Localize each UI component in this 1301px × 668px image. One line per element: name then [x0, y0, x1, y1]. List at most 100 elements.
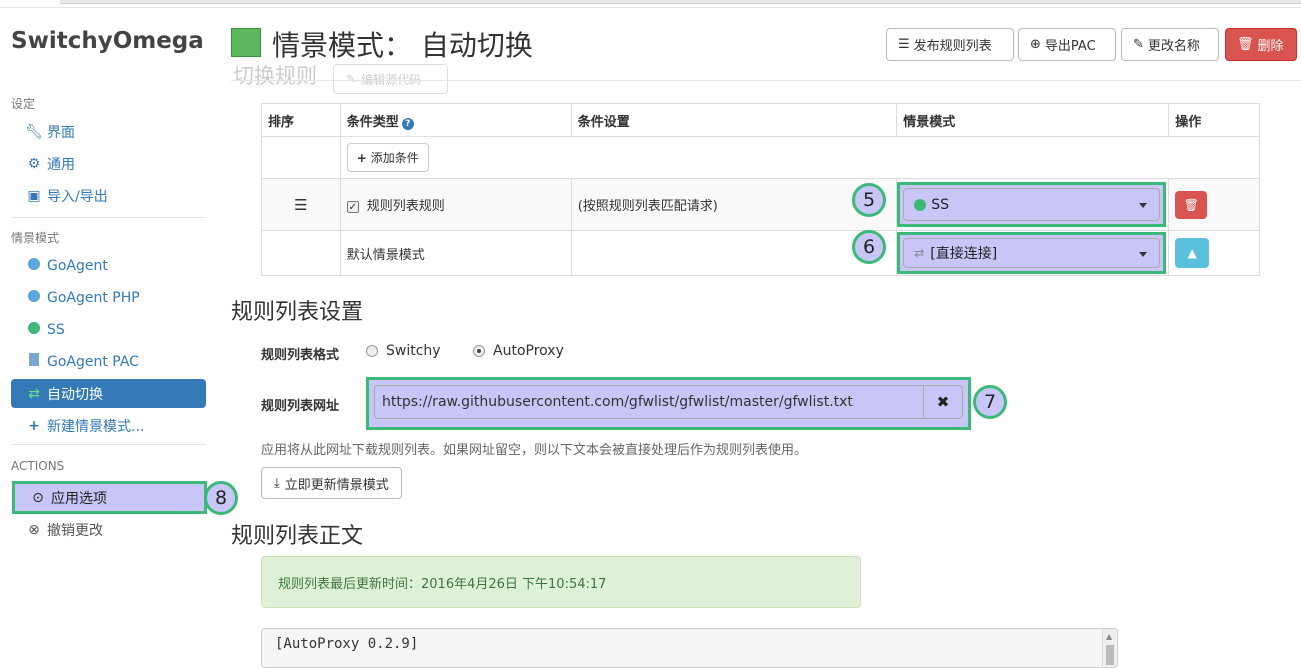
table-cell: SS	[896, 178, 1170, 231]
sidebar-item-label: 导入/导出	[47, 188, 108, 205]
select-value: [直接连接]	[930, 246, 998, 262]
table-cell	[261, 230, 341, 276]
trash-icon: 🗑︎	[1237, 37, 1254, 52]
format-radio-autoproxy[interactable]: AutoProxy	[473, 343, 564, 359]
select-value: SS	[931, 196, 949, 213]
annotation-marker-7: 7	[973, 385, 1007, 419]
table-row-default: 默认情景模式 ⇄ [直接连接] ▲	[261, 230, 1260, 276]
sidebar-item-import-export[interactable]: ▣ 导入/导出	[11, 181, 206, 210]
page-title: 情景模式： 自动切换	[272, 29, 533, 62]
sidebar-item-new-profile[interactable]: + 新建情景模式...	[11, 411, 206, 440]
close-icon: ✖	[936, 393, 950, 411]
button-label: 立即更新情景模式	[284, 477, 389, 493]
default-profile-select[interactable]: ⇄ [直接连接]	[903, 238, 1161, 268]
column-header-condition-setting: 条件设置	[570, 103, 898, 137]
help-icon[interactable]: ?	[401, 117, 414, 130]
sidebar-divider	[11, 217, 206, 218]
column-header-label: 条件类型	[346, 114, 399, 130]
trash-icon: 🗑︎	[1183, 197, 1199, 212]
update-profile-button[interactable]: ⤓ 立即更新情景模式	[261, 467, 402, 499]
table-header-row: 排序 条件类型? 条件设置 情景模式 操作	[261, 103, 1260, 137]
scroll-thumb[interactable]	[1106, 645, 1114, 665]
default-profile-label: 默认情景模式	[346, 247, 425, 263]
delete-button[interactable]: 🗑︎ 删除	[1225, 28, 1297, 61]
radio-dot	[473, 345, 485, 357]
sidebar-item-label: GoAgent PAC	[47, 353, 139, 370]
url-label: 规则列表网址	[261, 399, 340, 414]
sidebar-item-auto-switch[interactable]: ⇄ 自动切换	[11, 379, 206, 408]
radio-label: Switchy	[386, 343, 441, 359]
apply-options-button[interactable]: ⊙ 应用选项	[12, 481, 207, 514]
button-label: 更改名称	[1147, 39, 1200, 54]
table-cell: ⇄ [直接连接]	[896, 230, 1170, 276]
last-updated-alert: 规则列表最后更新时间：2016年4月26日 下午10:54:17	[261, 556, 861, 608]
sidebar-item-goagent-pac[interactable]: GoAgent PAC	[11, 347, 206, 376]
wrench-icon: 🔧︎	[25, 123, 43, 140]
column-header-actions: 操作	[1168, 103, 1260, 137]
button-label: 导出PAC	[1044, 39, 1096, 54]
column-header-order: 排序	[261, 103, 341, 137]
plus-icon: +	[28, 417, 40, 434]
annotation-marker-5: 5	[852, 183, 886, 217]
rule-list-url-input[interactable]: https://raw.githubusercontent.com/gfwlis…	[374, 385, 923, 419]
table-cell: ☰	[261, 178, 341, 231]
discard-changes-button[interactable]: ⊗ 撤销更改	[11, 515, 206, 544]
delete-rule-button[interactable]: 🗑︎	[1175, 190, 1208, 219]
x-circle-icon: ⊗	[28, 521, 40, 538]
move-up-button[interactable]: ▲	[1175, 238, 1210, 268]
rule-checkbox[interactable]: ✓	[346, 201, 359, 213]
settings-section-header: 设定	[11, 97, 36, 111]
download-icon: ⤓	[274, 475, 280, 491]
switch-icon: ⇄	[28, 385, 40, 402]
column-header-profile: 情景模式	[896, 103, 1170, 137]
edit-icon: ✎	[1133, 37, 1144, 52]
sidebar-item-ss[interactable]: SS	[11, 315, 206, 344]
sidebar-item-goagent[interactable]: GoAgent	[11, 251, 206, 280]
profile-color-swatch	[231, 28, 261, 57]
sidebar-item-label: GoAgent	[47, 257, 108, 274]
drag-handle-icon[interactable]: ☰	[294, 196, 307, 214]
textarea-scrollbar[interactable]: ▲	[1102, 629, 1116, 666]
table-row-add: + 添加条件	[261, 136, 1261, 179]
sidebar-divider	[11, 444, 206, 445]
url-field-highlight: https://raw.githubusercontent.com/gfwlis…	[366, 377, 971, 430]
sidebar-item-general[interactable]: ⚙ 通用	[11, 149, 206, 178]
globe-icon	[25, 289, 43, 306]
sidebar-item-goagent-php[interactable]: GoAgent PHP	[11, 283, 206, 312]
edit-source-label: 编辑源代码	[361, 72, 422, 87]
url-value: https://raw.githubusercontent.com/gfwlis…	[382, 394, 853, 410]
rule-profile-select[interactable]: SS	[903, 188, 1161, 221]
table-cell	[570, 230, 898, 276]
rename-button[interactable]: ✎ 更改名称	[1121, 28, 1219, 61]
floppy-icon: ▣	[27, 187, 41, 204]
clear-url-button[interactable]: ✖	[923, 385, 963, 419]
format-radio-switchy[interactable]: Switchy	[366, 343, 441, 359]
sidebar-item-label: 通用	[47, 156, 75, 173]
radio-label: AutoProxy	[493, 343, 564, 359]
rules-table: 排序 条件类型? 条件设置 情景模式 操作 + 添加条件 ☰ ✓ 规则列表规则 (…	[261, 103, 1261, 276]
textarea-first-line: [AutoProxy 0.2.9]	[275, 636, 419, 652]
sidebar-item-label: 撤销更改	[47, 522, 103, 539]
publish-rule-list-button[interactable]: ☰ 发布规则列表	[886, 28, 1014, 61]
app-brand: SwitchyOmega	[11, 28, 204, 54]
globe-icon	[914, 198, 927, 211]
edit-source-button[interactable]: ✎ 编辑源代码	[333, 64, 448, 94]
actions-section-header: ACTIONS	[11, 459, 65, 473]
rule-list-settings-title: 规则列表设置	[231, 300, 364, 325]
chevron-down-icon	[1139, 252, 1148, 257]
export-pac-button[interactable]: ⊕ 导出PAC	[1018, 28, 1116, 61]
sidebar-item-label: 自动切换	[47, 386, 103, 403]
scroll-up-icon: ▲	[1106, 632, 1113, 641]
table-cell: (按照规则列表匹配请求)	[570, 178, 898, 231]
rule-profile-select-highlight: SS	[897, 182, 1167, 227]
rule-list-textarea[interactable]: [AutoProxy 0.2.9]	[261, 628, 1118, 668]
table-cell: 默认情景模式	[339, 230, 572, 276]
table-cell: ✓ 规则列表规则	[339, 178, 572, 231]
condition-type-label: 规则列表规则	[366, 199, 445, 214]
rule-list-text-title: 规则列表正文	[231, 524, 364, 549]
table-row: ☰ ✓ 规则列表规则 (按照规则列表匹配请求) SS 🗑︎	[261, 178, 1260, 231]
sidebar-item-interface[interactable]: 🔧︎ 界面	[11, 117, 206, 146]
main-content: 切换规则 ✎ 编辑源代码 情景模式： 自动切换 ☰ 发布规则列表 ⊕ 导出PAC…	[218, 8, 1301, 668]
add-condition-button[interactable]: + 添加条件	[346, 143, 429, 172]
condition-setting-text: (按照规则列表匹配请求)	[577, 199, 718, 214]
